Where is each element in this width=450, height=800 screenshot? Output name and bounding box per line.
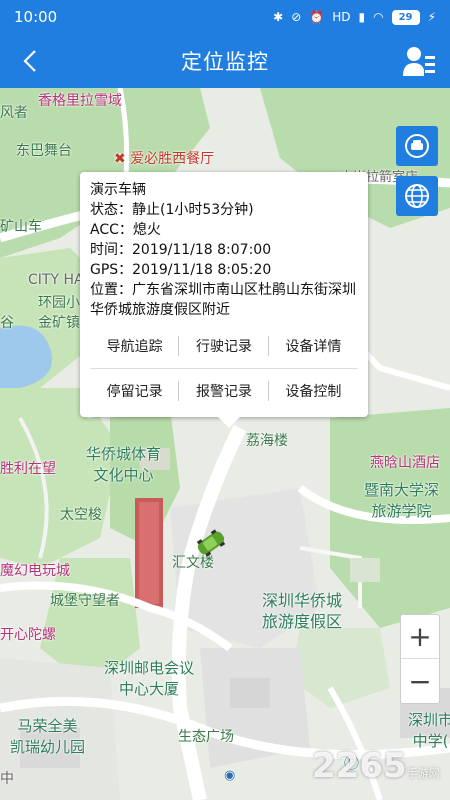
vehicle-time: 时间：2019/11/18 8:07:00	[90, 242, 272, 258]
popup-actions-row1: 导航追踪 行驶记录 设备详情	[90, 328, 358, 364]
place-label: 城堡守望者	[50, 593, 120, 609]
vehicle-status: 状态：静止(1小时53分钟)	[90, 202, 254, 218]
user-list-icon	[403, 47, 435, 76]
status-icons: ✱ ⊘ ⏰ HD ▮ ◠ 29 ⚡	[273, 9, 436, 25]
car-locate-icon	[405, 134, 429, 158]
vehicle-name: 演示车辆	[90, 182, 146, 198]
alarm-icon: ⏰	[309, 10, 325, 24]
bluetooth-icon: ✱	[273, 10, 284, 24]
place-label: 生态广场	[178, 729, 234, 745]
place-label: 矿山车	[0, 219, 42, 235]
place-label: 风者	[0, 105, 28, 121]
stop-record-button[interactable]: 停留记录	[90, 373, 180, 409]
vehicle-marker-icon[interactable]	[194, 528, 228, 558]
zoom-in-button[interactable]: +	[401, 615, 439, 659]
vehicle-location: 位置：广东省深圳市南山区杜鹃山东街深圳华侨城旅游度假区附近	[90, 282, 356, 318]
popup-actions-row2: 停留记录 报警记录 设备控制	[90, 368, 358, 409]
place-label: 华侨城体育 文化中心	[86, 445, 162, 484]
charging-icon: ⚡	[427, 10, 436, 24]
place-label: 谷	[0, 315, 14, 331]
vehicle-acc: ACC：熄火	[90, 222, 161, 238]
battery-icon: 29	[391, 9, 420, 25]
vehicle-gps-time: GPS：2019/11/18 8:05:20	[90, 262, 272, 278]
place-label: 燕晗山酒店	[370, 455, 440, 471]
place-label: 深圳华侨城 旅游度假区	[262, 591, 343, 631]
map-layer-button[interactable]	[396, 176, 438, 216]
network-label: HD	[332, 10, 351, 24]
restaurant-icon: ✖	[114, 151, 126, 167]
signal-icon: ▮	[358, 10, 366, 24]
status-bar: 10:00 ✱ ⊘ ⏰ HD ▮ ◠ 29 ⚡	[0, 0, 450, 34]
locate-car-button[interactable]	[396, 126, 438, 166]
chevron-left-icon	[23, 50, 36, 72]
place-label: CITY HA	[28, 272, 84, 288]
title-bar: 定位监控	[0, 34, 450, 88]
bus-stop-icon: ◉	[224, 768, 236, 783]
place-label: ✖ 爱必胜西餐厅	[114, 151, 215, 167]
place-label: 马荣全美 凯瑞幼儿园	[10, 717, 86, 756]
vehicle-info-popup: 演示车辆 状态：静止(1小时53分钟) ACC：熄火 时间：2019/11/18…	[80, 172, 368, 428]
place-label: 暨南大学深 旅游学院	[364, 481, 440, 520]
place-label: 中	[0, 771, 14, 787]
mute-icon: ⊘	[291, 10, 302, 24]
zoom-control: + −	[400, 614, 440, 704]
popup-pointer	[218, 417, 240, 428]
navigate-track-button[interactable]: 导航追踪	[90, 328, 180, 364]
place-label: 东巴舞台	[16, 143, 72, 159]
zoom-out-button[interactable]: −	[401, 659, 439, 703]
place-label: 胜利在望	[0, 461, 56, 477]
place-label: 深圳邮电会议 中心大厦	[104, 659, 195, 698]
wifi-icon: ◠	[373, 10, 384, 24]
user-list-button[interactable]	[402, 44, 436, 78]
device-control-button[interactable]: 设备控制	[269, 373, 358, 409]
place-label: 金矿镇	[38, 315, 80, 331]
place-label: 环园小	[38, 295, 80, 311]
place-label: 荔海楼	[246, 433, 288, 449]
place-label: 太空梭	[60, 507, 102, 523]
status-time: 10:00	[14, 8, 58, 26]
place-label: 开心陀螺	[0, 627, 56, 643]
place-label: 香格里拉雪域	[38, 93, 122, 109]
back-button[interactable]	[16, 46, 46, 76]
page-title: 定位监控	[181, 50, 269, 74]
globe-icon	[405, 184, 429, 208]
trip-record-button[interactable]: 行驶记录	[179, 328, 269, 364]
device-detail-button[interactable]: 设备详情	[269, 328, 358, 364]
watermark: 2265手游网	[312, 746, 440, 786]
alarm-record-button[interactable]: 报警记录	[179, 373, 269, 409]
place-label: 魔幻电玩城	[0, 563, 70, 579]
